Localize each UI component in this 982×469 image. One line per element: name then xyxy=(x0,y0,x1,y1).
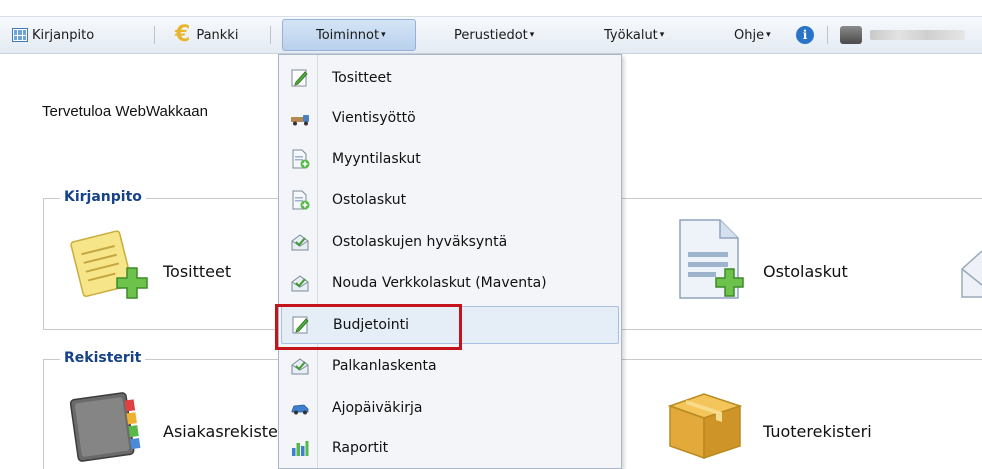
menu-item-nouda-verkkolaskut[interactable]: Nouda Verkkolaskut (Maventa) xyxy=(281,264,619,302)
toolbar-kirjanpito-button[interactable]: Kirjanpito xyxy=(12,23,94,47)
menu-item-label: Raportit xyxy=(332,440,389,456)
chevron-down-icon: ▾ xyxy=(659,30,665,40)
toiminnot-dropdown-menu: Tositteet Vientisyöttö Myyntilaskut Osto… xyxy=(278,54,622,469)
toolbar-pankki-button[interactable]: € Pankki xyxy=(175,23,238,47)
tile-label: Tuoterekisteri xyxy=(763,422,872,441)
menu-item-label: Ostolaskujen hyväksyntä xyxy=(332,234,508,250)
document-add-icon xyxy=(679,219,744,299)
toolbar-ohje-label: Ohje xyxy=(734,27,765,43)
top-toolbar: Kirjanpito € Pankki Toiminnot ▾ Perustie… xyxy=(0,0,982,58)
menu-item-tositteet[interactable]: Tositteet xyxy=(281,59,619,97)
edit-document-icon xyxy=(291,69,308,87)
toolbar-separator xyxy=(270,26,271,44)
menu-item-ostolaskut[interactable]: Ostolaskut xyxy=(281,181,619,219)
toolbar-tyokalut-label: Työkalut xyxy=(604,27,658,43)
toolbar-perustiedot-button[interactable]: Perustiedot ▾ xyxy=(454,23,534,47)
chevron-down-icon: ▾ xyxy=(381,30,386,40)
bar-chart-icon xyxy=(292,441,309,456)
menu-item-vientisyotto[interactable]: Vientisyöttö xyxy=(281,99,619,137)
toolbar-separator xyxy=(827,26,828,44)
blurred-user-name xyxy=(870,30,965,40)
toolbar-toiminnot-label: Toiminnot xyxy=(316,27,380,43)
toolbar-tyokalut-button[interactable]: Työkalut ▾ xyxy=(604,23,664,47)
highlight-annotation-box xyxy=(275,304,462,350)
toolbar-toiminnot-button[interactable]: Toiminnot ▾ xyxy=(316,23,386,47)
menu-item-label: Myyntilaskut xyxy=(332,151,421,167)
mail-approve-icon xyxy=(291,234,309,251)
menu-item-palkanlaskenta[interactable]: Palkanlaskenta xyxy=(281,347,619,385)
tile-label: Ostolaskut xyxy=(763,262,848,281)
menu-item-ajopaivakirja[interactable]: Ajopäiväkirja xyxy=(281,389,619,427)
box-icon xyxy=(667,393,743,460)
menu-item-raportit[interactable]: Raportit xyxy=(281,429,619,467)
toolbar-separator xyxy=(154,26,155,44)
toolbar-kirjanpito-label: Kirjanpito xyxy=(32,27,95,43)
add-document-icon xyxy=(292,190,310,210)
mail-approve-icon xyxy=(291,358,309,375)
menu-item-myyntilaskut[interactable]: Myyntilaskut xyxy=(281,140,619,178)
panel-legend: Rekisterit xyxy=(60,350,146,366)
tile-label: Asiakasrekisteri xyxy=(163,422,289,441)
menu-item-label: Nouda Verkkolaskut (Maventa) xyxy=(332,275,547,291)
toolbar-pankki-label: Pankki xyxy=(196,27,239,43)
tile-label: Tositteet xyxy=(163,262,232,281)
address-book-icon xyxy=(69,392,141,462)
note-add-icon xyxy=(70,230,148,299)
add-document-icon xyxy=(292,149,310,169)
car-icon xyxy=(291,404,309,415)
menu-item-label: Palkanlaskenta xyxy=(332,358,437,374)
chevron-down-icon: ▾ xyxy=(766,30,771,40)
truck-icon xyxy=(291,115,309,126)
user-icon xyxy=(840,26,862,44)
info-icon: i xyxy=(796,26,814,44)
chevron-down-icon: ▾ xyxy=(529,30,535,40)
mail-approve-icon xyxy=(291,275,309,292)
toolbar-perustiedot-label: Perustiedot xyxy=(454,27,528,43)
menu-item-label: Tositteet xyxy=(332,70,392,86)
menu-item-label: Ostolaskut xyxy=(332,192,407,208)
toolbar-user-button[interactable] xyxy=(840,23,965,47)
euro-icon: € xyxy=(175,22,191,47)
toolbar-ohje-button[interactable]: Ohje ▾ xyxy=(734,23,771,47)
grid-icon xyxy=(12,28,28,42)
menu-item-ostolaskujen-hyvaksynta[interactable]: Ostolaskujen hyväksyntä xyxy=(281,223,619,261)
menu-item-label: Ajopäiväkirja xyxy=(332,400,423,416)
envelope-icon xyxy=(961,250,982,298)
welcome-heading: Tervetuloa WebWakkaan xyxy=(42,103,208,120)
toolbar-info-button[interactable]: i xyxy=(796,23,814,47)
menu-item-label: Vientisyöttö xyxy=(332,110,416,126)
panel-legend: Kirjanpito xyxy=(60,189,146,205)
